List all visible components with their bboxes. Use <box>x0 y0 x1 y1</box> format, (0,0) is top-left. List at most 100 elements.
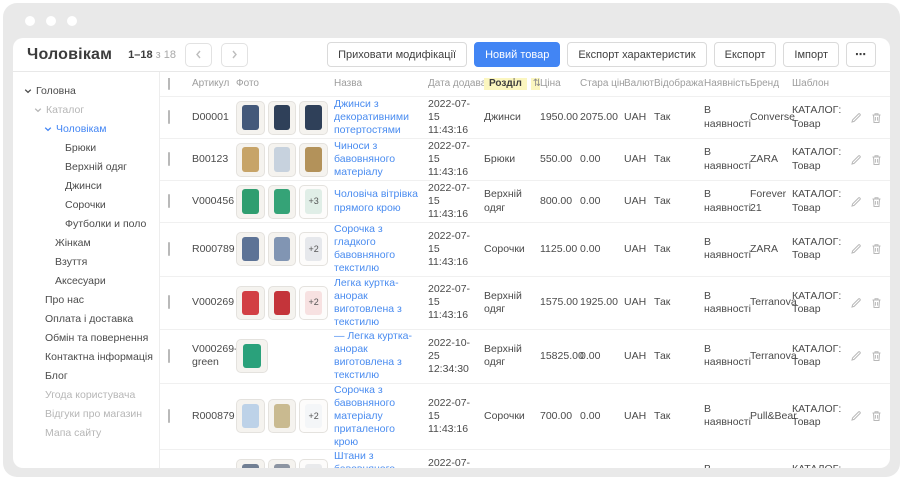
delete-icon[interactable] <box>871 297 882 309</box>
row-checkbox[interactable] <box>168 242 170 256</box>
edit-icon[interactable] <box>850 112 862 124</box>
pagination-prev-button[interactable] <box>185 43 212 67</box>
product-photo[interactable] <box>236 101 265 135</box>
sku-cell: V000269-green <box>192 343 236 369</box>
sidebar-item[interactable]: Жінкам <box>13 233 159 252</box>
sidebar-item[interactable]: Джинси <box>13 176 159 195</box>
sidebar-item[interactable]: Верхній одяг <box>13 157 159 176</box>
sidebar-item[interactable]: Аксесуари <box>13 271 159 290</box>
more-actions-button[interactable]: ⋯ <box>846 42 876 67</box>
row-checkbox[interactable] <box>168 409 170 423</box>
edit-icon[interactable] <box>850 243 862 255</box>
row-checkbox[interactable] <box>168 194 170 208</box>
sidebar-item[interactable]: Каталог <box>13 100 159 119</box>
template-cell: КАТАЛОГ: Товар <box>792 403 850 429</box>
sidebar-item[interactable]: Блог <box>13 366 159 385</box>
select-all-checkbox[interactable] <box>168 78 170 90</box>
product-name-link[interactable]: Чиноси з бавовняного матеріалу <box>334 140 428 179</box>
column-header[interactable]: Ціна <box>540 78 580 91</box>
column-header[interactable]: Фото <box>236 78 334 91</box>
sidebar-item[interactable]: Брюки <box>13 138 159 157</box>
row-checkbox[interactable] <box>168 152 170 166</box>
delete-icon[interactable] <box>871 243 882 255</box>
new-product-button[interactable]: Новий товар <box>474 42 560 67</box>
product-photo[interactable] <box>268 232 297 266</box>
sidebar-item[interactable]: Футболки и поло <box>13 214 159 233</box>
column-header[interactable]: Шаблон <box>792 78 850 91</box>
column-header[interactable]: Назва <box>334 78 428 91</box>
export-characteristics-button[interactable]: Експорт характеристик <box>567 42 706 67</box>
sidebar-item[interactable]: Чоловікам <box>13 119 159 138</box>
product-photo[interactable] <box>268 143 297 177</box>
sidebar-item[interactable]: Угода користувача <box>13 385 159 404</box>
product-photo[interactable] <box>236 459 265 468</box>
product-name-link[interactable]: Штани з бавовняного матеріалу прямого кр… <box>334 450 428 468</box>
product-name-link[interactable]: — Легка куртка-анорак виготовлена з текс… <box>334 330 428 383</box>
product-photo[interactable] <box>236 185 265 219</box>
more-photos-badge[interactable]: +2 <box>299 459 328 468</box>
edit-icon[interactable] <box>850 196 862 208</box>
product-name-link[interactable]: Сорочка з бавовняного матеріалу притален… <box>334 384 428 450</box>
sidebar-item[interactable]: Сорочки <box>13 195 159 214</box>
edit-icon[interactable] <box>850 154 862 166</box>
sidebar-item[interactable]: Оплата і доставка <box>13 309 159 328</box>
product-name-link[interactable]: Джинси з декоративними потертостями <box>334 98 428 137</box>
export-button[interactable]: Експорт <box>714 42 777 67</box>
product-photo[interactable] <box>299 143 328 177</box>
product-photo[interactable] <box>236 399 265 433</box>
sidebar-item[interactable]: Взуття <box>13 252 159 271</box>
edit-icon[interactable] <box>850 297 862 309</box>
sidebar-item[interactable]: Відгуки про магазин <box>13 404 159 423</box>
window-maximize-button[interactable] <box>67 16 77 26</box>
sidebar-item[interactable]: Головна <box>13 81 159 100</box>
product-photo[interactable] <box>299 101 328 135</box>
import-button[interactable]: Імпорт <box>783 42 839 67</box>
column-header[interactable]: Дата додавання <box>428 78 484 91</box>
product-photo[interactable] <box>268 286 297 320</box>
delete-icon[interactable] <box>871 350 882 362</box>
window-minimize-button[interactable] <box>46 16 56 26</box>
column-header[interactable]: Артикул <box>192 78 236 91</box>
window-close-button[interactable] <box>25 16 35 26</box>
hide-modifications-button[interactable]: Приховати модифікації <box>327 42 467 67</box>
product-photo[interactable] <box>236 143 265 177</box>
delete-icon[interactable] <box>871 410 882 422</box>
product-name-link[interactable]: Чоловіча вітрівка прямого крою <box>334 188 428 214</box>
row-checkbox[interactable] <box>168 110 170 124</box>
product-photo[interactable] <box>236 339 268 373</box>
sidebar-item[interactable]: Мапа сайту <box>13 423 159 442</box>
product-photo[interactable] <box>268 101 297 135</box>
sidebar-item[interactable]: Про нас <box>13 290 159 309</box>
row-checkbox[interactable] <box>168 349 170 363</box>
product-photo[interactable] <box>268 185 297 219</box>
column-header[interactable]: Наявність <box>704 78 750 91</box>
row-checkbox[interactable] <box>168 295 170 309</box>
product-name-link[interactable]: Сорочка з гладкого бавовняного текстилю <box>334 223 428 276</box>
column-header[interactable]: Бренд <box>750 78 792 91</box>
product-photo[interactable] <box>268 399 297 433</box>
sidebar-item[interactable]: Контактна інформація <box>13 347 159 366</box>
more-photos-badge[interactable]: +2 <box>299 232 328 266</box>
sidebar-item[interactable]: Обмін та повернення <box>13 328 159 347</box>
edit-icon[interactable] <box>850 350 862 362</box>
edit-icon[interactable] <box>850 410 862 422</box>
date-added-cell: 2022-10-2512:34:30 <box>428 337 484 376</box>
column-header[interactable]: Відображати <box>654 78 704 91</box>
more-photos-badge[interactable]: +2 <box>299 286 328 320</box>
availability-cell: В наявності <box>704 290 750 316</box>
more-photos-badge[interactable]: +3 <box>299 185 328 219</box>
product-name-link[interactable]: Легка куртка-анорак виготовлена з тексти… <box>334 277 428 330</box>
app-window: Чоловікам 1–18 з 18 Приховати модифікаці… <box>3 3 900 477</box>
column-header[interactable]: Валюта <box>624 78 654 91</box>
more-photos-badge[interactable]: +2 <box>299 399 328 433</box>
sort-icon[interactable]: ⇅ <box>531 78 540 91</box>
delete-icon[interactable] <box>871 154 882 166</box>
delete-icon[interactable] <box>871 196 882 208</box>
product-photo[interactable] <box>236 286 265 320</box>
delete-icon[interactable] <box>871 112 882 124</box>
column-header-sorted[interactable]: Розділ⇅ <box>484 78 540 91</box>
column-header[interactable]: Стара ціна <box>580 78 624 91</box>
product-photo[interactable] <box>236 232 265 266</box>
product-photo[interactable] <box>268 459 297 468</box>
pagination-next-button[interactable] <box>221 43 248 67</box>
